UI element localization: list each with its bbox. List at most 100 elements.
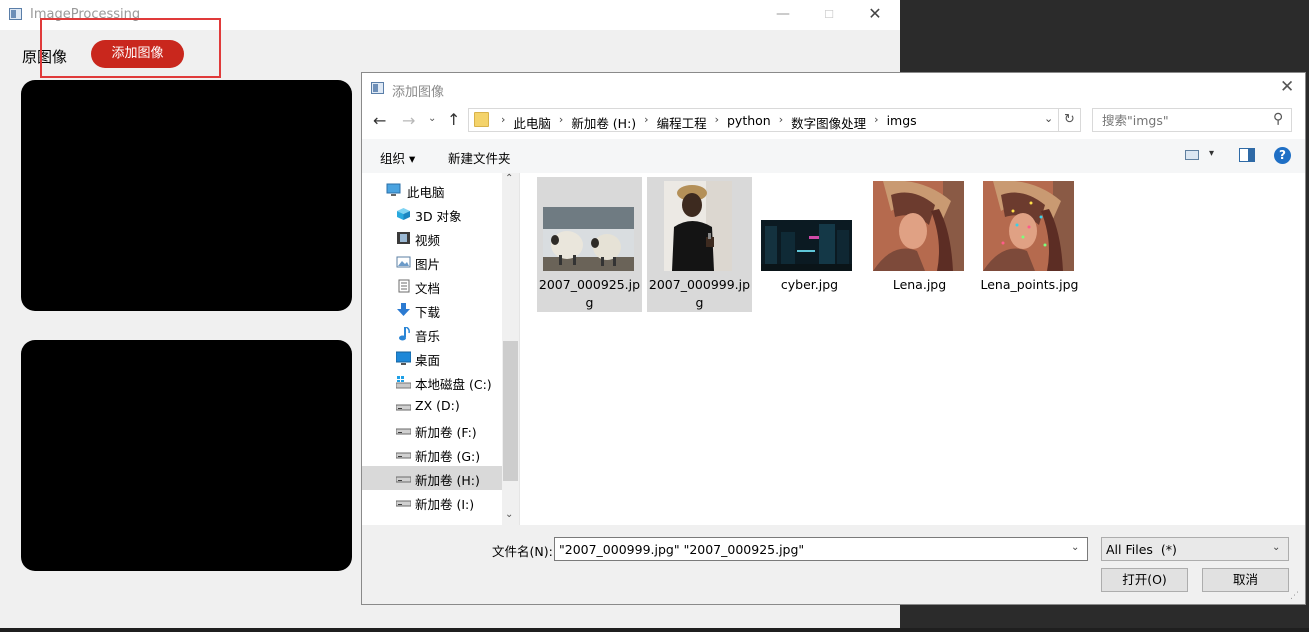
file-type-dropdown-icon[interactable]: ⌄ bbox=[1272, 542, 1280, 553]
filename-dropdown-icon[interactable]: ⌄ bbox=[1071, 542, 1079, 553]
nav-item-label: 此电脑 bbox=[407, 185, 445, 200]
image-panel-bottom bbox=[21, 340, 352, 571]
app-icon bbox=[9, 8, 22, 20]
breadcrumb-separator[interactable]: › bbox=[874, 113, 878, 132]
minimize-button[interactable]: — bbox=[760, 0, 806, 30]
new-folder-button[interactable]: 新建文件夹 bbox=[448, 148, 511, 167]
file-name: 2007_000925.jpg bbox=[538, 277, 641, 310]
address-bar[interactable]: › 此电脑 › 新加卷 (H:) › 编程工程 › python › 数字图像处… bbox=[468, 108, 1059, 132]
nav-item-drive-g[interactable]: 新加卷 (G:) bbox=[362, 442, 502, 466]
breadcrumb-item[interactable]: 新加卷 (H:) bbox=[571, 113, 636, 132]
breadcrumb: › 此电脑 › 新加卷 (H:) › 编程工程 › python › 数字图像处… bbox=[493, 113, 917, 132]
recent-locations-chevron-icon[interactable]: ⌄ bbox=[428, 113, 436, 124]
breadcrumb-item[interactable]: 此电脑 bbox=[513, 113, 551, 132]
organize-button[interactable]: 组织 ▾ bbox=[380, 148, 415, 167]
file-item[interactable]: Lena.jpg bbox=[867, 177, 972, 312]
nav-item-desktop[interactable]: 桌面 bbox=[362, 346, 502, 370]
nav-item-music[interactable]: 音乐 bbox=[362, 322, 502, 346]
forward-arrow-icon[interactable]: → bbox=[402, 111, 415, 130]
breadcrumb-separator[interactable]: › bbox=[715, 113, 719, 132]
cancel-button[interactable]: 取消 bbox=[1202, 568, 1289, 592]
dialog-close-icon[interactable]: ✕ bbox=[1280, 77, 1294, 97]
back-arrow-icon[interactable]: ← bbox=[373, 111, 386, 130]
drive-icon bbox=[396, 452, 411, 459]
preview-pane-icon[interactable] bbox=[1239, 148, 1255, 162]
file-name: 2007_000999.jpg bbox=[648, 277, 751, 310]
download-icon bbox=[397, 303, 410, 316]
file-item[interactable]: cyber.jpg bbox=[757, 177, 862, 312]
windows-drive-icon bbox=[396, 376, 411, 389]
file-name: Lena_points.jpg bbox=[980, 277, 1079, 292]
sheep-image-thumbnail bbox=[543, 207, 634, 271]
nav-item-drive-h[interactable]: 新加卷 (H:) bbox=[362, 466, 502, 490]
dialog-title: 添加图像 bbox=[392, 85, 445, 100]
breadcrumb-separator[interactable]: › bbox=[644, 113, 648, 132]
nav-item-drive-f[interactable]: 新加卷 (F:) bbox=[362, 418, 502, 442]
file-open-dialog: 添加图像 ✕ ← → ⌄ ↑ › 此电脑 › 新加卷 (H:) › 编程工程 ›… bbox=[361, 72, 1306, 605]
view-options-icon[interactable] bbox=[1185, 150, 1199, 160]
breadcrumb-separator[interactable]: › bbox=[501, 113, 505, 132]
dialog-footer: 文件名(N): ⌄ All Files (*) ⌄ 打开(O) 取消 ⋰ bbox=[362, 525, 1305, 604]
up-arrow-icon[interactable]: ↑ bbox=[447, 110, 460, 129]
breadcrumb-item[interactable]: 编程工程 bbox=[657, 113, 707, 132]
file-item[interactable]: Lena_points.jpg bbox=[977, 177, 1082, 312]
file-name: cyber.jpg bbox=[780, 277, 839, 292]
nav-item-videos[interactable]: 视频 bbox=[362, 226, 502, 250]
navigation-pane: 此电脑 3D 对象 视频 图片 文档 下载 音乐 桌面 本地磁盘 (C:) ZX… bbox=[362, 173, 519, 525]
maximize-button[interactable]: ☐ bbox=[806, 0, 852, 30]
dialog-titlebar: 添加图像 ✕ bbox=[362, 73, 1305, 103]
scroll-down-icon[interactable]: ⌄ bbox=[505, 509, 513, 520]
file-type-value: All Files (*) bbox=[1106, 542, 1177, 557]
resize-grip-icon[interactable]: ⋰ bbox=[1290, 591, 1299, 601]
nav-item-label: 本地磁盘 (C:) bbox=[415, 377, 492, 392]
address-dropdown-icon[interactable]: ⌄ bbox=[1044, 112, 1053, 125]
navigation-scrollbar[interactable]: ⌃ ⌄ bbox=[502, 173, 519, 525]
help-icon[interactable]: ? bbox=[1274, 147, 1291, 164]
scrollbar-thumb[interactable] bbox=[503, 341, 518, 481]
nav-item-downloads[interactable]: 下载 bbox=[362, 298, 502, 322]
nav-item-drive-d[interactable]: ZX (D:) bbox=[362, 394, 502, 418]
file-name: Lena.jpg bbox=[892, 277, 947, 292]
filename-combobox[interactable]: ⌄ bbox=[554, 537, 1088, 561]
city-image-thumbnail bbox=[761, 220, 852, 271]
person-image-thumbnail bbox=[664, 181, 732, 271]
refresh-icon[interactable]: ↻ bbox=[1059, 108, 1081, 132]
nav-item-label: 文档 bbox=[415, 281, 441, 296]
filename-input[interactable] bbox=[559, 542, 1064, 557]
file-item[interactable]: 2007_000925.jpg bbox=[537, 177, 642, 312]
drive-icon bbox=[396, 428, 411, 435]
music-icon bbox=[399, 327, 410, 341]
nav-item-pictures[interactable]: 图片 bbox=[362, 250, 502, 274]
file-type-select[interactable]: All Files (*) ⌄ bbox=[1101, 537, 1289, 561]
breadcrumb-item[interactable]: 数字图像处理 bbox=[791, 113, 866, 132]
nav-item-label: 下载 bbox=[415, 305, 441, 320]
breadcrumb-separator[interactable]: › bbox=[779, 113, 783, 132]
nav-item-drive-c[interactable]: 本地磁盘 (C:) bbox=[362, 370, 502, 394]
nav-item-label: 3D 对象 bbox=[415, 209, 462, 224]
breadcrumb-item[interactable]: imgs bbox=[887, 113, 917, 132]
file-list: 2007_000925.jpg 2007_000999.jpg cyber.jp… bbox=[520, 173, 1305, 525]
scroll-up-icon[interactable]: ⌃ bbox=[505, 173, 513, 184]
drive-icon bbox=[396, 500, 411, 507]
nav-item-3d-objects[interactable]: 3D 对象 bbox=[362, 202, 502, 226]
nav-item-label: 视频 bbox=[415, 233, 441, 248]
nav-item-drive-i[interactable]: 新加卷 (I:) bbox=[362, 490, 502, 514]
nav-item-this-pc[interactable]: 此电脑 bbox=[362, 178, 502, 202]
highlight-annotation-box bbox=[40, 18, 221, 78]
file-item[interactable]: 2007_000999.jpg bbox=[647, 177, 752, 312]
portrait-image-thumbnail bbox=[873, 181, 964, 271]
folder-icon bbox=[474, 112, 489, 127]
search-box[interactable]: ⚲ bbox=[1092, 108, 1292, 132]
close-button[interactable]: ✕ bbox=[852, 0, 898, 30]
portrait-points-image-thumbnail bbox=[983, 181, 1074, 271]
nav-item-label: ZX (D:) bbox=[415, 398, 460, 413]
open-button[interactable]: 打开(O) bbox=[1101, 568, 1188, 592]
nav-item-documents[interactable]: 文档 bbox=[362, 274, 502, 298]
breadcrumb-separator[interactable]: › bbox=[559, 113, 563, 132]
nav-item-label: 新加卷 (G:) bbox=[415, 449, 481, 464]
view-dropdown-icon[interactable]: ▾ bbox=[1209, 148, 1214, 159]
search-icon[interactable]: ⚲ bbox=[1273, 111, 1283, 127]
search-input[interactable] bbox=[1102, 113, 1262, 128]
nav-item-label: 新加卷 (F:) bbox=[415, 425, 477, 440]
breadcrumb-item[interactable]: python bbox=[727, 113, 771, 132]
